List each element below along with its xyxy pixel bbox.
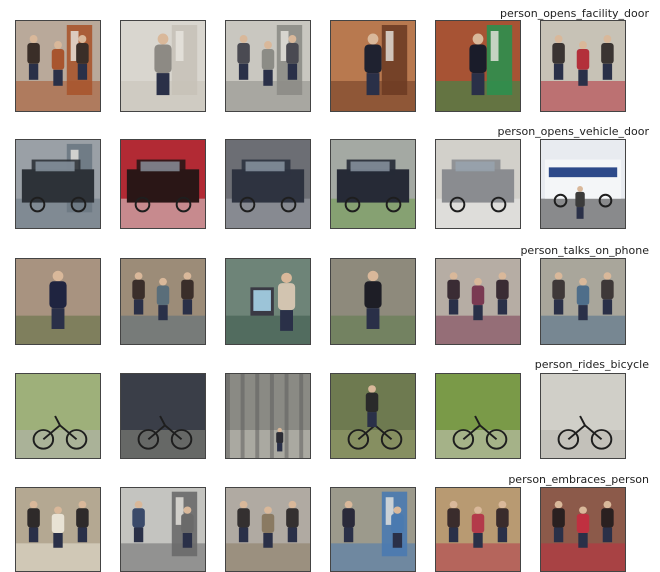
- video-thumbnail-people-at-door[interactable]: [225, 20, 311, 112]
- thumbnail-image: [121, 259, 205, 344]
- thumbnail-image: [331, 374, 415, 458]
- video-thumbnail-lobby-people[interactable]: [225, 487, 311, 572]
- thumbnail-image: [226, 140, 310, 228]
- thumbnail-image: [436, 488, 520, 571]
- thumbnail-image: [331, 488, 415, 571]
- thumbnail-image: [436, 140, 520, 228]
- video-thumbnail-cafe-people[interactable]: [435, 258, 521, 345]
- video-thumbnail-shadows[interactable]: [225, 373, 311, 459]
- thumbnail-image: [541, 21, 625, 111]
- thumbnail-image: [331, 21, 415, 111]
- thumbnail-image: [121, 21, 205, 111]
- video-thumbnail-hug-outdoor[interactable]: [120, 487, 206, 572]
- thumbnail-image: [16, 140, 100, 228]
- video-thumbnail-red-car[interactable]: [120, 139, 206, 229]
- thumbnail-image: [436, 21, 520, 111]
- thumbnail-image: [121, 140, 205, 228]
- video-thumbnail-room-people[interactable]: [120, 258, 206, 345]
- video-thumbnail-person-at-door[interactable]: [435, 20, 521, 112]
- video-thumbnail-lobby-people[interactable]: [540, 20, 626, 112]
- thumbnail-image: [541, 140, 625, 228]
- row-label: person_rides_bicycle: [534, 358, 649, 371]
- thumbnail-image: [121, 488, 205, 571]
- thumbnail-image: [541, 374, 625, 458]
- thumbnail-image: [436, 259, 520, 344]
- video-thumbnail-cyclist[interactable]: [330, 373, 416, 459]
- row-label: person_opens_vehicle_door: [497, 125, 649, 138]
- row-label: person_opens_facility_door: [499, 7, 649, 20]
- video-thumbnail-minivan[interactable]: [330, 139, 416, 229]
- video-thumbnail-bus[interactable]: [540, 139, 626, 229]
- thumbnail-image: [331, 140, 415, 228]
- video-thumbnail-bike-path[interactable]: [15, 373, 101, 459]
- video-thumbnail-hall-people[interactable]: [435, 487, 521, 572]
- thumbnail-image: [436, 374, 520, 458]
- video-thumbnail-bike-grass[interactable]: [435, 373, 521, 459]
- video-thumbnail-phone-hand[interactable]: [225, 258, 311, 345]
- activity-thumbnail-grid: person_opens_facility_door person_opens_v…: [0, 0, 660, 572]
- thumbnail-image: [226, 259, 310, 344]
- thumbnail-image: [121, 374, 205, 458]
- video-thumbnail-person-at-door[interactable]: [330, 20, 416, 112]
- thumbnail-image: [331, 259, 415, 344]
- video-thumbnail-bike-road[interactable]: [540, 373, 626, 459]
- thumbnail-image: [16, 488, 100, 571]
- video-thumbnail-person-standing[interactable]: [330, 258, 416, 345]
- row-label: person_talks_on_phone: [520, 244, 649, 257]
- video-thumbnail-white-van[interactable]: [435, 139, 521, 229]
- thumbnail-image: [16, 374, 100, 458]
- video-thumbnail-cafe-people[interactable]: [540, 258, 626, 345]
- thumbnail-image: [226, 21, 310, 111]
- thumbnail-image: [16, 259, 100, 344]
- video-thumbnail-hug-outdoor[interactable]: [330, 487, 416, 572]
- video-thumbnail-two-people[interactable]: [15, 487, 101, 572]
- video-thumbnail-open-door[interactable]: [120, 20, 206, 112]
- video-thumbnail-minivan[interactable]: [225, 139, 311, 229]
- video-thumbnail-car-door[interactable]: [15, 139, 101, 229]
- video-thumbnail-crowd[interactable]: [540, 487, 626, 572]
- row-label: person_embraces_person: [508, 473, 649, 486]
- video-thumbnail-bike-rack[interactable]: [120, 373, 206, 459]
- thumbnail-image: [16, 21, 100, 111]
- video-thumbnail-sitting-person[interactable]: [15, 258, 101, 345]
- thumbnail-image: [226, 488, 310, 571]
- thumbnail-image: [541, 488, 625, 571]
- video-thumbnail-people-in-doorway[interactable]: [15, 20, 101, 112]
- thumbnail-image: [541, 259, 625, 344]
- thumbnail-image: [226, 374, 310, 458]
